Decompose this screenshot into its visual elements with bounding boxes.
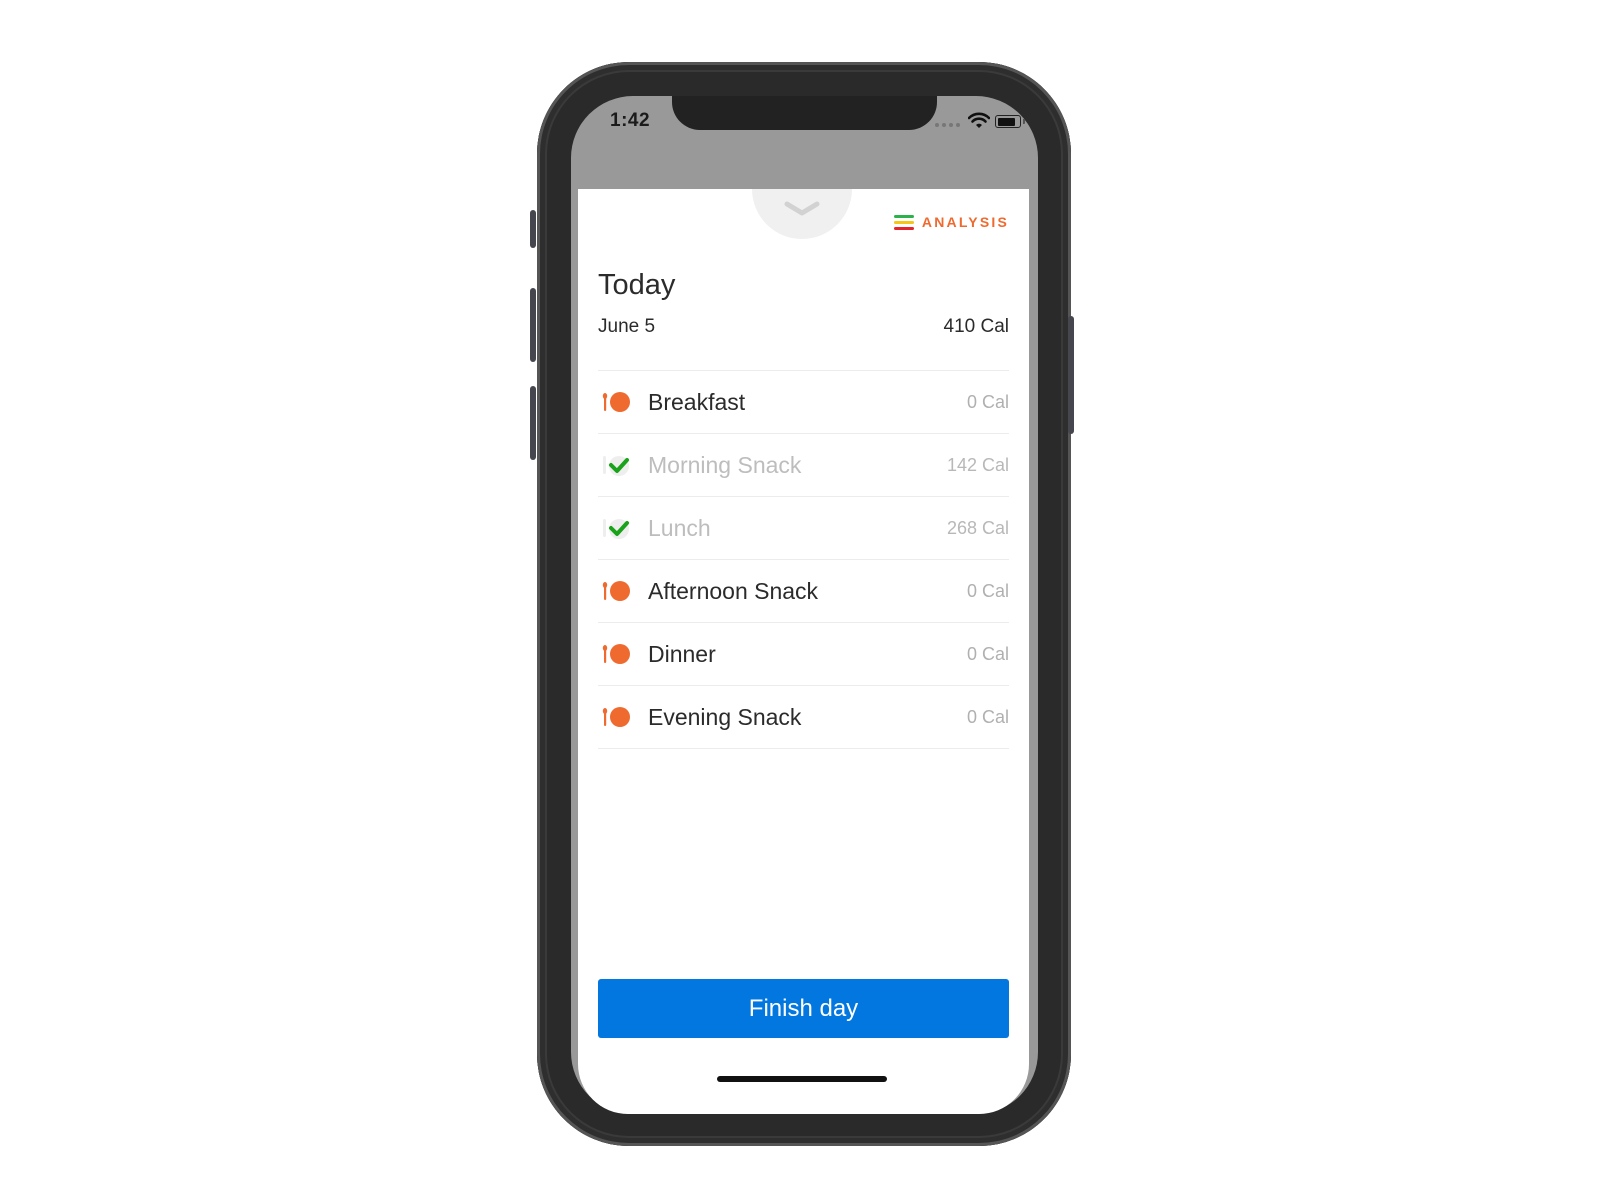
chevron-down-icon [784,201,820,216]
meal-name: Morning Snack [648,451,802,478]
fork-plate-icon [602,705,632,729]
analysis-bar [893,220,914,224]
page-title: Today [598,269,676,301]
checkmark-icon [602,453,632,477]
day-summary-sheet: ANALYSIS Today June 5 410 Cal Breakfast 0… [578,189,1029,1114]
mute-switch [530,210,536,248]
analysis-button[interactable]: ANALYSIS [893,214,1009,230]
meal-name: Evening Snack [648,703,802,730]
meal-name: Lunch [648,514,711,541]
notch [672,96,937,130]
meal-list: Breakfast 0 Cal Morning Snack 142 Cal Lunch 2… [598,370,1009,749]
volume-up-button [530,288,536,362]
meal-calories: 0 Cal [966,643,1009,664]
meal-row[interactable]: Dinner 0 Cal [598,623,1009,686]
meal-row[interactable]: Evening Snack 0 Cal [598,686,1009,749]
home-indicator[interactable] [717,1076,887,1082]
date-label: June 5 [598,316,656,337]
total-calories: 410 Cal [943,316,1010,337]
meal-calories: 0 Cal [966,391,1009,412]
meal-row[interactable]: Lunch 268 Cal [598,497,1009,560]
meal-calories: 268 Cal [946,517,1009,538]
fork-plate-icon [602,390,632,414]
meal-name: Afternoon Snack [648,577,819,604]
analysis-icon [893,214,914,230]
meal-calories: 142 Cal [946,454,1009,475]
checkmark-icon [602,516,632,540]
cellular-signal-icon [935,123,960,127]
meal-row[interactable]: Breakfast 0 Cal [598,371,1009,434]
battery-icon [995,115,1025,128]
analysis-bar [893,226,914,230]
meal-calories: 0 Cal [966,706,1009,727]
fork-plate-icon [602,579,632,603]
meal-name: Dinner [648,640,716,667]
power-button [1068,316,1074,434]
volume-down-button [530,386,536,460]
collapse-handle[interactable] [752,189,852,239]
analysis-bar [893,214,914,218]
analysis-label: ANALYSIS [921,214,1009,230]
meal-calories: 0 Cal [966,580,1009,601]
meal-row[interactable]: Afternoon Snack 0 Cal [598,560,1009,623]
meal-row[interactable]: Morning Snack 142 Cal [598,434,1009,497]
finish-day-button[interactable]: Finish day [598,979,1009,1038]
fork-plate-icon [602,642,632,666]
wifi-icon [968,112,990,128]
meal-name: Breakfast [648,388,746,415]
status-time: 1:42 [610,110,651,131]
